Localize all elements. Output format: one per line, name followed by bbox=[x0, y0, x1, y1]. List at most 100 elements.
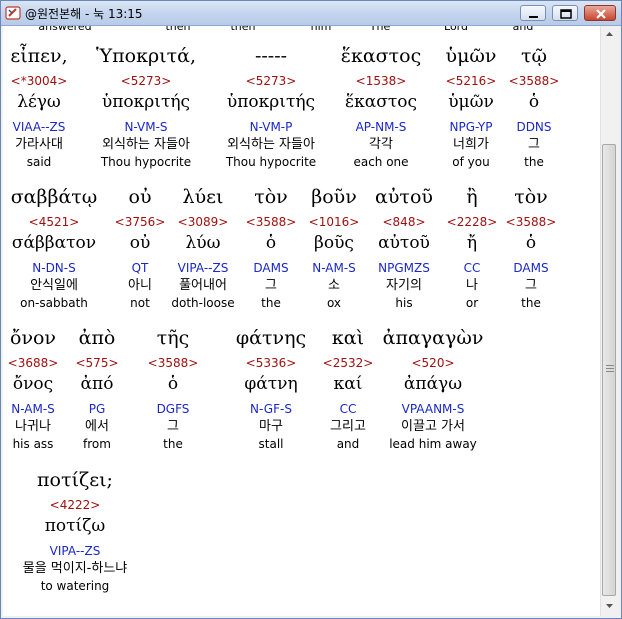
word-block[interactable]: ποτίζει; <4222> ποτίζω VIPA--ZS 물을 먹이지-하느냐 to… bbox=[23, 466, 128, 594]
english-gloss: from bbox=[83, 437, 111, 451]
greek-word: ἀπὸ bbox=[78, 327, 116, 349]
parsing-code: CC bbox=[463, 261, 481, 275]
word-block[interactable]: ----- <5273> ὑποκριτής N-VM-P 외식하는 자들아 Thou h… bbox=[226, 42, 316, 170]
scroll-up-button[interactable] bbox=[602, 26, 617, 42]
lexical-form: ὑποκριτής bbox=[226, 92, 316, 112]
greek-word: καὶ bbox=[331, 327, 365, 349]
english-gloss: the bbox=[521, 296, 541, 310]
word-block[interactable]: ἀπὸ <575> ἀπό PG 에서 from bbox=[75, 324, 118, 452]
interlinear-text-area[interactable]: answered then then him The Lord and εἶπεν, <*300… bbox=[3, 26, 600, 616]
english-gloss: or bbox=[465, 296, 479, 310]
greek-word: φάτνης bbox=[235, 327, 307, 349]
word-block[interactable]: εἶπεν, <*3004> λέγω VIAA--ZS 가라사대 said bbox=[10, 42, 67, 170]
lexical-form: φάτνη bbox=[244, 374, 298, 394]
english-gloss: to watering bbox=[40, 579, 110, 593]
word-block[interactable]: ὄνον <3688> ὄνος N-AM-S 나귀나 his ass bbox=[8, 324, 59, 452]
korean-gloss: 마구 bbox=[259, 419, 283, 434]
word-block[interactable]: τῷ <3588> ὁ DDNS 그 the bbox=[509, 42, 560, 170]
parsing-code: DAMS bbox=[513, 261, 549, 275]
parsing-code: CC bbox=[339, 402, 357, 416]
cut-off-gloss: and bbox=[512, 26, 534, 33]
word-block[interactable]: τῆς <3588> ὁ DGFS 그 the bbox=[148, 324, 199, 452]
korean-gloss: 너희가 bbox=[453, 137, 489, 152]
greek-word: αὐτοῦ bbox=[375, 186, 433, 208]
greek-word: Ὑποκριτά, bbox=[96, 45, 196, 67]
lexical-form: ὄνος bbox=[12, 374, 54, 394]
title-bar[interactable]: @원전본해 - 눅 13:15 bbox=[1, 1, 621, 26]
maximize-button[interactable] bbox=[552, 5, 578, 21]
greek-word: ἕκαστος bbox=[340, 45, 422, 67]
arrow-down-icon bbox=[606, 604, 613, 608]
parsing-code: N-DN-S bbox=[32, 261, 76, 275]
word-block[interactable]: ἀπαγαγὼν <520> ἀπάγω VPAANM-S 이끌고 가서 lead him… bbox=[383, 324, 484, 452]
word-block[interactable]: φάτνης <5336> φάτνη N-GF-S 마구 stall bbox=[236, 324, 306, 452]
word-block[interactable]: καὶ <2532> καί CC 그리고 and bbox=[323, 324, 374, 452]
word-block[interactable]: ἕκαστος <1538> ἕκαστος AP-NM-S 각각 each one bbox=[341, 42, 421, 170]
parsing-code: VIPA--ZS bbox=[49, 544, 101, 558]
strongs-number: <3588> bbox=[508, 74, 560, 88]
strongs-number: <5336> bbox=[245, 356, 297, 370]
lexical-form: ἀπάγω bbox=[403, 374, 463, 394]
word-block[interactable]: ὑμῶν <5216> ὑμῶν NPG-YP 너희가 of you bbox=[446, 42, 497, 170]
minimize-button[interactable] bbox=[520, 5, 546, 21]
korean-gloss: 외식하는 자들아 bbox=[227, 137, 315, 152]
strongs-number: <1538> bbox=[355, 74, 407, 88]
greek-word: οὐ bbox=[128, 186, 152, 208]
strongs-number: <575> bbox=[75, 356, 119, 370]
lexical-form: καί bbox=[333, 374, 363, 394]
word-block[interactable]: βοῦν <1016> βοῦς N-AM-S 소 ox bbox=[309, 183, 360, 311]
greek-word: ὄνον bbox=[10, 327, 56, 349]
greek-word: ----- bbox=[254, 45, 288, 67]
word-block[interactable]: λύει <3089> λύω VIPA--ZS 풀어내어 doth-loose bbox=[171, 183, 234, 311]
strongs-number: <3688> bbox=[7, 356, 59, 370]
lexical-form: ποτίζω bbox=[44, 516, 106, 536]
korean-gloss: 아니 bbox=[128, 278, 152, 293]
korean-gloss: 에서 bbox=[85, 419, 109, 434]
scroll-down-button[interactable] bbox=[602, 598, 617, 614]
parsing-code: VIAA--ZS bbox=[12, 120, 66, 134]
vertical-scrollbar[interactable] bbox=[600, 26, 618, 616]
greek-word: ποτίζει; bbox=[37, 469, 113, 491]
cut-off-gloss: then bbox=[165, 26, 191, 33]
word-block[interactable]: αὐτοῦ <848> αὐτοῦ NPGMZS 자기의 his bbox=[375, 183, 433, 311]
english-gloss: on-sabbath bbox=[20, 296, 88, 310]
parsing-code: N-VM-S bbox=[124, 120, 168, 134]
word-block[interactable]: σαββάτῳ <4521> σάββατον N-DN-S 안식일에 on-sabbat… bbox=[11, 183, 98, 311]
greek-word: ἀπαγαγὼν bbox=[382, 327, 484, 349]
greek-word: τὸν bbox=[254, 186, 288, 208]
app-window: @원전본해 - 눅 13:15 answered then then him The Lo… bbox=[0, 0, 622, 619]
greek-word: βοῦν bbox=[311, 186, 357, 208]
english-gloss: Thou hypocrite bbox=[100, 155, 192, 169]
english-gloss: the bbox=[163, 437, 183, 451]
lexical-form: ἀπό bbox=[80, 374, 114, 394]
word-block[interactable]: Ὑποκριτά, <5273> ὑποκριτής N-VM-S 외식하는 자들아 Th… bbox=[96, 42, 196, 170]
korean-gloss: 자기의 bbox=[386, 278, 422, 293]
word-block[interactable]: τὸν <3588> ὁ DAMS 그 the bbox=[246, 183, 297, 311]
parsing-code: N-AM-S bbox=[312, 261, 356, 275]
parsing-code: N-GF-S bbox=[250, 402, 292, 416]
strongs-number: <5216> bbox=[445, 74, 497, 88]
bookmark-book-icon[interactable] bbox=[5, 5, 21, 21]
word-block[interactable]: τὸν <3588> ὁ DAMS 그 the bbox=[506, 183, 557, 311]
strongs-number: <4222> bbox=[49, 498, 101, 512]
thumb-grip bbox=[606, 371, 614, 372]
strongs-number: <*3004> bbox=[10, 74, 68, 88]
korean-gloss: 그리고 bbox=[330, 419, 366, 434]
english-gloss: the bbox=[261, 296, 281, 310]
close-button[interactable] bbox=[584, 5, 616, 21]
strongs-number: <520> bbox=[411, 356, 455, 370]
parsing-code: NPGMZS bbox=[378, 261, 430, 275]
scroll-thumb[interactable] bbox=[602, 144, 616, 596]
word-block[interactable]: ἢ <2228> ἤ CC 나 or bbox=[447, 183, 498, 311]
english-gloss: the bbox=[524, 155, 544, 169]
lexical-form: οὐ bbox=[129, 233, 151, 253]
greek-word: εἶπεν, bbox=[10, 45, 68, 67]
korean-gloss: 풀어내어 bbox=[179, 278, 227, 293]
lexical-form: βοῦς bbox=[314, 233, 354, 253]
korean-gloss: 그 bbox=[528, 137, 540, 152]
strongs-number: <3756> bbox=[114, 215, 166, 229]
strongs-number: <2532> bbox=[322, 356, 374, 370]
window-title: @원전본해 - 눅 13:15 bbox=[25, 7, 143, 21]
word-block[interactable]: οὐ <3756> οὐ QT 아니 not bbox=[115, 183, 166, 311]
english-gloss: his ass bbox=[12, 437, 54, 451]
